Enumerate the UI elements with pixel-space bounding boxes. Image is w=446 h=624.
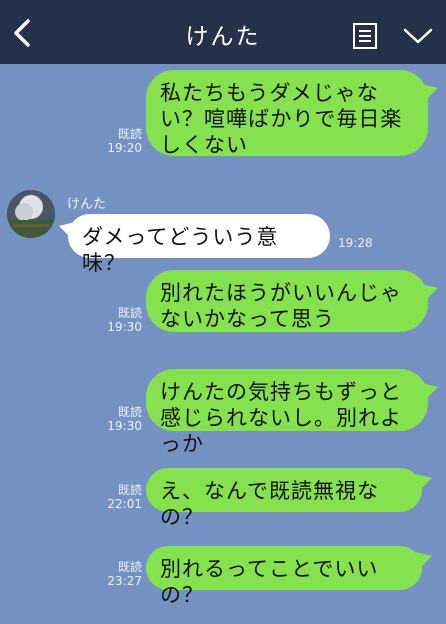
message-bubble-sent[interactable]: 別れたほうがいいんじゃないかなって思う	[146, 270, 438, 332]
sender-name: けんた	[67, 197, 107, 212]
chat-title: けんた	[185, 24, 261, 50]
chat-header: けんた	[0, 0, 446, 64]
chevron-down-icon[interactable]	[402, 26, 434, 46]
message-text: え、なんで既読無視なの？	[160, 479, 379, 529]
avatar-image	[7, 190, 55, 238]
document-list-icon[interactable]	[352, 22, 378, 50]
message-text: けんたの気持ちもずっと感じられないし。別れよっか	[160, 380, 402, 456]
bubble-tail	[59, 222, 75, 238]
bubble-tail	[416, 552, 432, 568]
read-receipt: 既読 19:30	[107, 405, 142, 433]
message-bubble-sent[interactable]: けんたの気持ちもずっと感じられないし。別れよっか	[146, 369, 438, 456]
message-bubble-sent[interactable]: 別れるってことでいいの？	[146, 546, 432, 607]
read-receipt: 既読 19:20	[107, 127, 142, 155]
bubble-tail	[416, 474, 432, 490]
message-bubble-sent[interactable]: 私たちもうダメじゃない？喧嘩ばかりで毎日楽しくない	[146, 70, 438, 157]
message-text: 別れるってことでいいの？	[160, 557, 379, 607]
read-receipt: 既読 23:27	[107, 560, 142, 588]
bubble-tail	[422, 383, 438, 399]
read-receipt: 既読 22:01	[107, 483, 142, 511]
read-receipt: 既読 19:30	[107, 306, 142, 334]
message-bubble-received[interactable]: ダメってどういう意味？	[59, 214, 330, 275]
message-text: 私たちもうダメじゃない？喧嘩ばかりで毎日楽しくない	[160, 81, 403, 157]
bubble-tail	[422, 84, 438, 100]
message-bubble-sent[interactable]: え、なんで既読無視なの？	[146, 468, 432, 529]
bubble-tail	[422, 284, 438, 300]
avatar[interactable]	[7, 190, 55, 238]
message-text: 別れたほうがいいんじゃないかなって思う	[160, 281, 402, 331]
message-time: 19:28	[338, 236, 373, 250]
message-text: ダメってどういう意味？	[82, 225, 279, 275]
